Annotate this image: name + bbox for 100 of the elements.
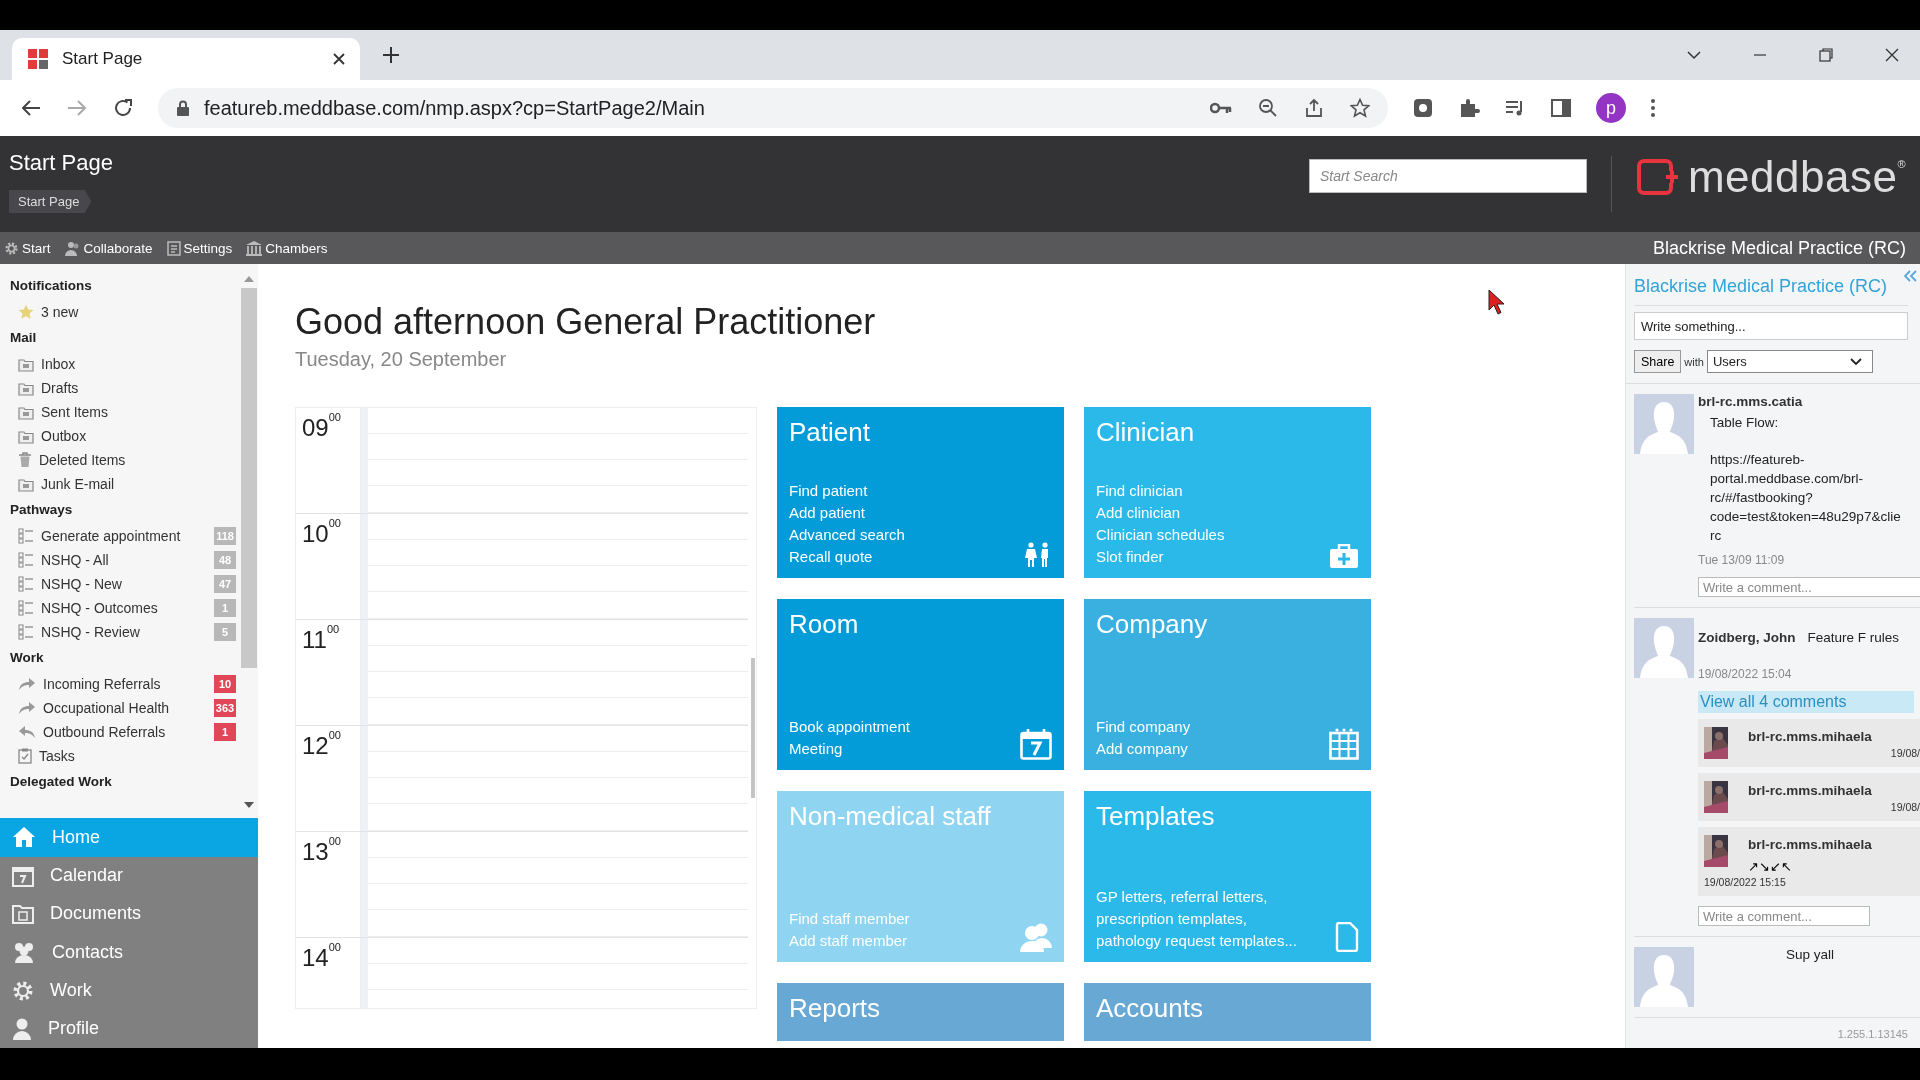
reload-icon[interactable] xyxy=(112,97,134,119)
toolbar-item[interactable]: Start xyxy=(4,240,51,256)
sidebar-item[interactable]: Sent Items xyxy=(10,400,236,424)
sidebar-item[interactable]: Inbox xyxy=(10,352,236,376)
sidebar-item[interactable]: Tasks xyxy=(10,744,236,768)
key-icon[interactable] xyxy=(1210,101,1232,115)
sidebar-item[interactable]: Deleted Items xyxy=(10,448,236,472)
page-title: Start Page xyxy=(9,150,113,176)
sidebar-item[interactable]: NSHQ - New 47 xyxy=(10,572,236,596)
nav-item[interactable]: Contacts xyxy=(0,933,258,972)
close-icon[interactable] xyxy=(1884,47,1900,63)
count-badge: 118 xyxy=(214,527,236,545)
avatar-icon xyxy=(1634,618,1694,678)
sidebar-item[interactable]: Outbox xyxy=(10,424,236,448)
share-icon[interactable] xyxy=(1304,98,1324,118)
hour-label: 11$^{00}$ xyxy=(302,625,340,653)
document-icon xyxy=(1335,921,1359,952)
toolbar-item[interactable]: Settings xyxy=(166,240,233,256)
practice-name: Blackrise Medical Practice (RC) xyxy=(1652,237,1906,259)
comment-input[interactable]: Write a comment... xyxy=(1698,906,1870,926)
post-input[interactable]: Write something... xyxy=(1634,312,1908,340)
sidebar-item[interactable]: Occupational Health 363 xyxy=(10,696,236,720)
post-author[interactable]: Zoidberg, John xyxy=(1698,630,1796,645)
post-author[interactable]: brl-rc.mms.catia xyxy=(1698,394,1803,409)
count-badge: 5 xyxy=(214,623,236,641)
medical-kit-icon xyxy=(1329,543,1359,568)
scrollbar-thumb[interactable] xyxy=(241,288,257,668)
count-badge: 363 xyxy=(214,699,236,717)
with-label: with xyxy=(1684,355,1704,368)
zoom-out-icon[interactable] xyxy=(1258,98,1278,118)
star-icon[interactable] xyxy=(1350,98,1370,118)
side-panel-icon[interactable] xyxy=(1550,97,1572,119)
comment-author[interactable]: brl-rc.mms.mihaela xyxy=(1748,837,1872,852)
curved-arrow-icon xyxy=(18,701,36,715)
sidebar-item[interactable]: Junk E-mail xyxy=(10,472,236,496)
people-icon xyxy=(64,240,81,256)
restore-icon[interactable] xyxy=(1818,47,1834,63)
comment-text: ↗↘↙↖ xyxy=(1748,859,1793,874)
post-text: Sup yall xyxy=(1786,947,1835,962)
comment-author[interactable]: brl-rc.mms.mihaela xyxy=(1748,783,1872,798)
sidebar-item[interactable]: Incoming Referrals 10 xyxy=(10,672,236,696)
close-icon[interactable] xyxy=(332,52,346,66)
toolbar-item[interactable]: Chambers xyxy=(246,240,328,256)
tile-title: Non-medical staff xyxy=(789,800,992,832)
browser-tab[interactable]: Start Page xyxy=(12,38,360,80)
nav-item[interactable]: Documents xyxy=(0,894,258,934)
people-icon xyxy=(12,941,36,964)
breadcrumb[interactable]: Start Page xyxy=(9,190,92,213)
house-icon xyxy=(12,826,36,849)
people-icon xyxy=(1020,921,1052,952)
sidebar-item[interactable]: NSHQ - Outcomes 1 xyxy=(10,596,236,620)
tile-description: GP letters, referral letters, prescription templates, pathology request templates... xyxy=(1096,886,1298,951)
clipboard-icon xyxy=(18,748,32,764)
date-text: Tuesday, 20 September xyxy=(295,347,508,371)
folder-icon xyxy=(18,476,34,492)
sidebar-item[interactable]: Outbound Referrals 1 xyxy=(10,720,236,744)
tile-title: Patient xyxy=(789,416,871,448)
count-badge: 10 xyxy=(214,675,236,693)
sidebar-item[interactable]: NSHQ - Review 5 xyxy=(10,620,236,644)
sidebar-item[interactable]: Drafts xyxy=(10,376,236,400)
sidebar-item[interactable]: Generate appointment 118 xyxy=(10,524,236,548)
nav-item[interactable]: Profile xyxy=(0,1009,258,1048)
address-bar[interactable]: featureb.meddbase.com/nmp.aspx?cp=StartPage2/Main xyxy=(158,88,1388,128)
tab-title: Start Page xyxy=(62,49,144,69)
curved-arrow-icon xyxy=(18,725,36,739)
menu-icon[interactable] xyxy=(1650,97,1656,119)
scrollbar-thumb[interactable] xyxy=(751,657,755,798)
new-tab-icon[interactable] xyxy=(382,46,400,64)
star-icon xyxy=(18,304,34,320)
sidebar-item[interactable]: 3 new xyxy=(10,300,236,324)
toolbar-item[interactable]: Collaborate xyxy=(64,240,153,256)
profile-avatar[interactable]: p xyxy=(1596,93,1626,123)
audience-dropdown[interactable]: Users xyxy=(1706,350,1873,373)
comment-input[interactable]: Write a comment... xyxy=(1698,577,1920,597)
post-text: Table Flow: https://featureb- portal.meddbase.com/brl- rc/#/fastbooking? code=test&token=48u29p7&clie rc xyxy=(1709,414,1902,545)
scroll-up-icon[interactable] xyxy=(244,276,254,282)
puzzle-icon[interactable] xyxy=(1458,97,1480,119)
extension-icon[interactable] xyxy=(1412,97,1434,119)
tile-title: Accounts xyxy=(1096,992,1204,1024)
hour-label: 10$^{00}$ xyxy=(302,519,341,547)
sidebar-item[interactable]: NSHQ - All 48 xyxy=(10,548,236,572)
hour-label: 13$^{00}$ xyxy=(302,837,341,865)
comment-time: 19/08/2022 15:15 xyxy=(1704,876,1787,888)
checklist-icon xyxy=(18,528,34,544)
building-icon xyxy=(1329,727,1359,760)
calendar-icon xyxy=(1020,727,1052,760)
lock-icon xyxy=(176,100,190,116)
person-icon xyxy=(12,1017,32,1040)
nav-item[interactable]: Work xyxy=(0,971,258,1010)
trash-icon xyxy=(18,452,32,468)
comment-time: 19/08/ xyxy=(1889,747,1920,759)
scroll-down-icon[interactable] xyxy=(244,802,254,809)
gear-icon xyxy=(4,240,19,256)
hour-label: 09$^{00}$ xyxy=(302,413,341,441)
share-button[interactable]: Share xyxy=(1634,350,1682,373)
comment-author[interactable]: brl-rc.mms.mihaela xyxy=(1748,729,1872,744)
nav-item[interactable]: Calendar xyxy=(0,856,258,895)
post-text: Feature F rules xyxy=(1807,630,1900,645)
post-time: Tue 13/09 11:09 xyxy=(1698,553,1786,567)
search-field[interactable]: Start Search xyxy=(1308,159,1587,193)
